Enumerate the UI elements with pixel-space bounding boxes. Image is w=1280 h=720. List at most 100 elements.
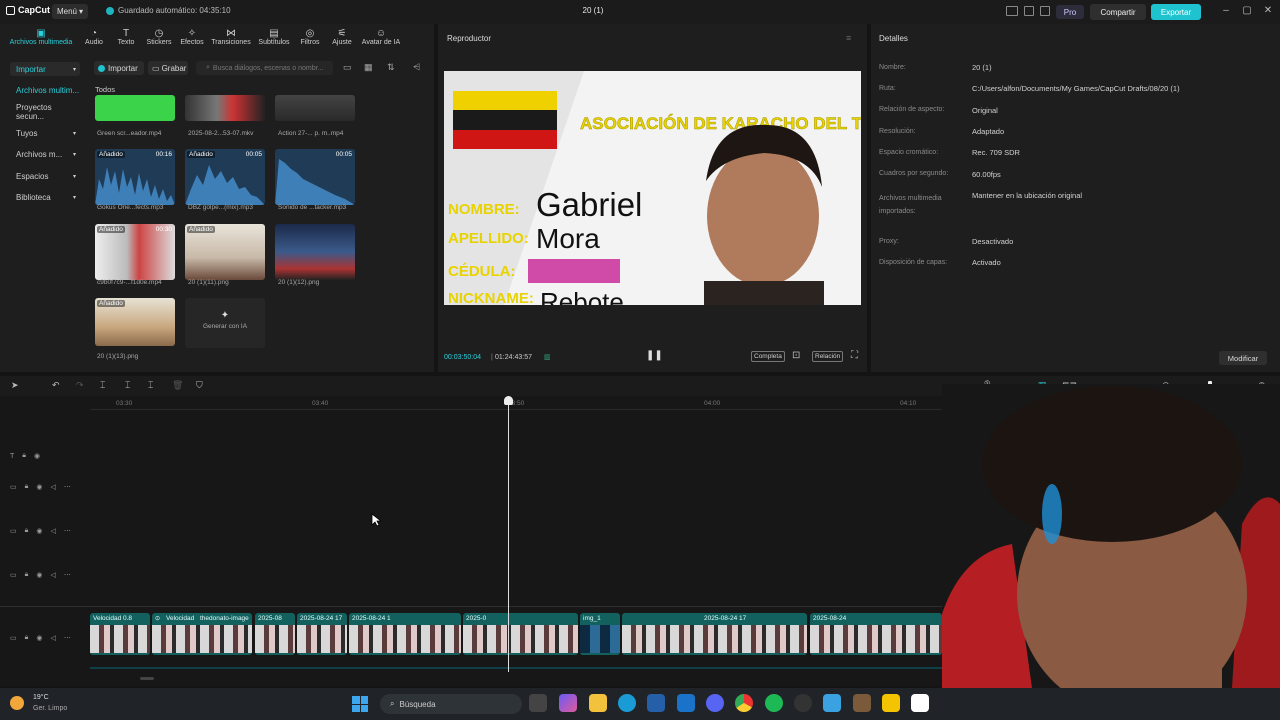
track-icon[interactable]: ▭ <box>10 634 17 642</box>
full-quality-button[interactable]: Completa <box>751 351 785 362</box>
sidebar-item-library[interactable]: Biblioteca ▾ <box>10 190 80 204</box>
select-tool-icon[interactable]: ➤ <box>11 380 19 391</box>
sidebar-item-media-files[interactable]: Archivos multim... <box>10 83 80 97</box>
timeline-clip[interactable]: img_1 <box>580 613 620 655</box>
maximize-icon[interactable]: ▢ <box>1240 5 1254 16</box>
close-icon[interactable]: ✕ <box>1261 5 1275 16</box>
folder-icon[interactable]: ▭ <box>343 62 352 73</box>
chrome-icon[interactable] <box>735 694 753 712</box>
timeline-clip[interactable]: 2025-08-24 17 <box>297 613 347 655</box>
timeline-clip[interactable]: 2025-08-24 17 <box>622 613 807 655</box>
fullscreen-icon[interactable]: ⛶ <box>851 350 858 361</box>
media-tile[interactable]: Añadido <box>95 298 175 346</box>
eye-icon[interactable]: ◉ <box>36 571 42 579</box>
shortcuts-icon[interactable] <box>1040 6 1050 16</box>
copilot-icon[interactable] <box>559 694 577 712</box>
track-icon[interactable]: ▭ <box>10 527 17 535</box>
tool-effects[interactable]: ✧ Efectos <box>172 28 212 46</box>
media-tile[interactable] <box>95 95 175 121</box>
speaker-icon[interactable]: ◁ <box>50 527 55 535</box>
tool-ai-avatar[interactable]: ☺ Avatar de IA <box>358 28 404 46</box>
sidebar-item-import[interactable]: Importar ▾ <box>10 62 80 76</box>
tool-adjust[interactable]: ⚟ Ajuste <box>322 28 362 46</box>
undo-icon[interactable]: ↶ <box>52 380 60 391</box>
discord-icon[interactable] <box>706 694 724 712</box>
obs-icon[interactable] <box>794 694 812 712</box>
focus-icon[interactable]: ⊡ <box>792 350 800 361</box>
aspect-ratio-button[interactable]: Relación <box>812 351 844 362</box>
eye-icon[interactable]: ◉ <box>36 634 42 642</box>
temperature[interactable]: 19°C <box>33 694 49 701</box>
more-icon[interactable]: ⋯ <box>64 483 71 491</box>
timeline-clip[interactable]: 2025-08 <box>255 613 295 655</box>
horizontal-scrollbar[interactable] <box>140 677 154 680</box>
speaker-icon[interactable]: ◁ <box>50 571 55 579</box>
task-view-icon[interactable] <box>529 694 547 712</box>
lock-icon[interactable]: 🔒︎ <box>22 452 26 460</box>
media-tile[interactable]: 00:05 <box>275 149 355 205</box>
spotify-icon[interactable] <box>765 694 783 712</box>
store-icon[interactable] <box>647 694 665 712</box>
eye-icon[interactable]: ◉ <box>36 483 42 491</box>
project-title[interactable]: 20 (1) <box>560 6 626 15</box>
tool-transitions[interactable]: ⋈ Transiciones <box>208 28 254 46</box>
lock-icon[interactable]: 🔒︎ <box>25 527 29 535</box>
text-track-icon[interactable]: T <box>10 453 14 460</box>
eye-icon[interactable]: ◉ <box>34 452 40 460</box>
track-icon[interactable]: ▭ <box>10 571 17 579</box>
sidebar-item-spaces[interactable]: Espacios ▾ <box>10 169 80 183</box>
hamburger-icon[interactable]: ≡ <box>846 33 851 43</box>
lock-icon[interactable]: 🔒︎ <box>25 571 29 579</box>
split-right-icon[interactable]: ⌶ <box>148 380 153 391</box>
pro-button[interactable]: Pro <box>1056 5 1084 19</box>
weather-text[interactable]: Ger. Limpo <box>33 705 67 712</box>
more-icon[interactable]: ⋯ <box>64 571 71 579</box>
redo-icon[interactable]: ↷ <box>76 380 84 391</box>
app-icon[interactable] <box>882 694 900 712</box>
modify-button[interactable]: Modificar <box>1219 351 1267 365</box>
shield-icon[interactable]: ⛉ <box>196 380 203 391</box>
file-explorer-icon[interactable] <box>589 694 607 712</box>
video-preview[interactable]: ASOCIACIÓN DE KARACHO DEL TACHIRA NOMBRE… <box>444 71 861 305</box>
media-tile[interactable]: Añadido 00:16 <box>95 149 175 205</box>
timeline-clip[interactable]: 2025-08-24 <box>810 613 942 655</box>
app-icon[interactable] <box>823 694 841 712</box>
waveform-toggle-icon[interactable]: ▥ <box>544 353 551 361</box>
weather-icon[interactable] <box>10 696 24 710</box>
split-icon[interactable]: ⌶ <box>100 380 105 391</box>
playhead-handle[interactable] <box>504 396 513 405</box>
export-button[interactable]: Exportar <box>1151 4 1201 20</box>
media-search-input[interactable]: ⌕ Busca diálogos, escenas o nombr... <box>196 61 333 75</box>
speaker-icon[interactable]: ◁ <box>50 634 55 642</box>
share-button[interactable]: Compartir <box>1090 4 1146 20</box>
record-button[interactable]: ▭ Grabar <box>148 61 188 75</box>
generate-ai-tile[interactable]: ✦ Generar con IA <box>185 298 265 348</box>
sort-icon[interactable]: ⇅ <box>387 62 395 73</box>
taskbar-search[interactable]: ⌕ Búsqueda <box>380 694 522 714</box>
timeline-clip[interactable]: 2025-08-24 1 <box>349 613 461 655</box>
media-tile[interactable]: Añadido <box>185 224 265 280</box>
layout-icon[interactable] <box>1006 6 1018 16</box>
media-tile[interactable] <box>275 95 355 121</box>
media-tile[interactable] <box>185 95 265 121</box>
media-tile[interactable]: Añadido 00:30 <box>95 224 175 280</box>
tool-subtitles[interactable]: ▤ Subtítulos <box>254 28 294 46</box>
filter-icon[interactable]: ⩤ <box>413 62 420 73</box>
more-icon[interactable]: ⋯ <box>64 527 71 535</box>
lock-icon[interactable]: 🔒︎ <box>25 634 29 642</box>
tool-media[interactable]: ▣ Archivos multimedia <box>6 28 76 46</box>
sidebar-item-files[interactable]: Archivos m... ▾ <box>10 147 80 161</box>
lock-icon[interactable]: 🔒︎ <box>25 483 29 491</box>
minimize-icon[interactable]: – <box>1219 5 1233 16</box>
timeline-clip[interactable]: Velocidad 0.8 <box>90 613 150 655</box>
media-tile[interactable]: Añadido 00:05 <box>185 149 265 205</box>
delete-icon[interactable]: 🗑 <box>172 380 183 391</box>
timeline-clip[interactable]: Velocidad ⊙ thedonato-image <box>152 613 252 655</box>
track-icon[interactable]: ▭ <box>10 483 17 491</box>
import-button[interactable]: Importar <box>94 61 144 75</box>
windows-start-icon[interactable] <box>352 696 368 712</box>
panel-icon[interactable] <box>1024 6 1034 16</box>
speaker-icon[interactable]: ◁ <box>50 483 55 491</box>
sidebar-item-yours[interactable]: Tuyos ▾ <box>10 126 80 140</box>
edge-icon[interactable] <box>618 694 636 712</box>
